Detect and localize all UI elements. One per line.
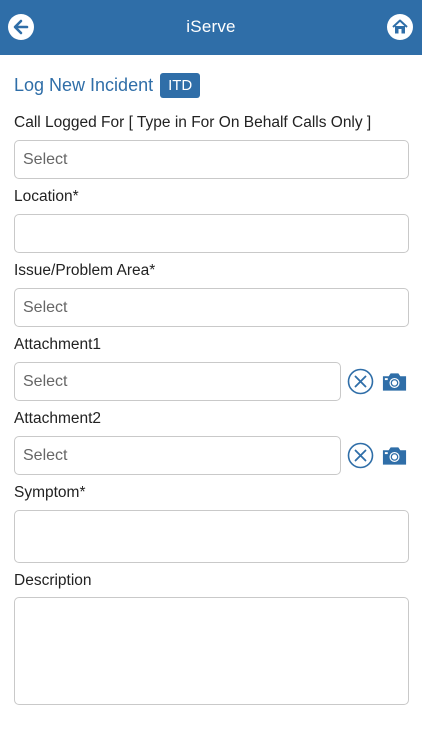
app-header: iServe	[0, 0, 422, 55]
attachment1-clear-button[interactable]	[347, 368, 374, 395]
symptom-field[interactable]	[14, 510, 409, 563]
attachment2-clear-button[interactable]	[347, 442, 374, 469]
location-label: Location*	[14, 188, 79, 205]
camera-icon	[382, 372, 407, 391]
attachment1-label: Attachment1	[14, 336, 102, 353]
location-field[interactable]	[14, 214, 409, 253]
attachment2-camera-button[interactable]	[381, 442, 408, 469]
page-title: Log New Incident	[14, 75, 154, 95]
page-header: Log New Incident ITD	[14, 73, 201, 98]
description-label: Description	[14, 572, 92, 589]
call-logged-for-label: Call Logged For [ Type in For On Behalf …	[14, 114, 372, 131]
call-logged-for-select[interactable]: Select	[14, 140, 409, 179]
x-circle-icon	[347, 368, 374, 395]
department-badge: ITD	[160, 73, 201, 98]
attachment1-camera-button[interactable]	[381, 368, 408, 395]
x-circle-icon	[347, 442, 374, 469]
camera-icon	[382, 446, 407, 465]
home-icon	[392, 19, 408, 34]
issue-area-label: Issue/Problem Area*	[14, 262, 156, 279]
description-field[interactable]	[14, 597, 409, 705]
attachment1-select[interactable]: Select	[14, 362, 341, 401]
issue-area-select[interactable]: Select	[14, 288, 409, 327]
attachment2-label: Attachment2	[14, 410, 102, 427]
home-button[interactable]	[387, 14, 413, 40]
symptom-label: Symptom*	[14, 484, 86, 501]
app-title: iServe	[186, 17, 236, 36]
attachment2-select[interactable]: Select	[14, 436, 341, 475]
